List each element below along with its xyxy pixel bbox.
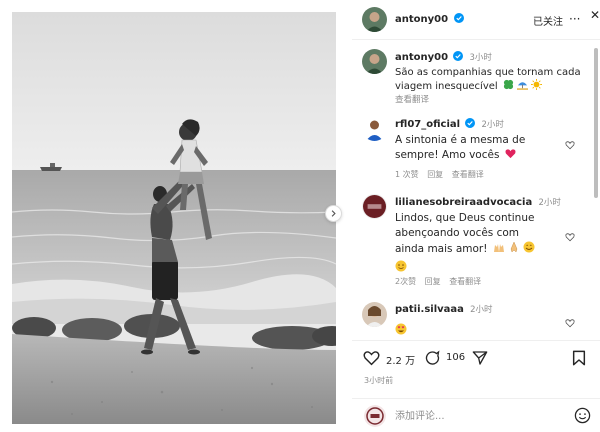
heart-eyes-emoji-icon xyxy=(395,323,407,335)
verified-badge-icon xyxy=(453,13,464,23)
comment-likes-count[interactable]: 1 次赞 xyxy=(395,170,419,179)
comment-emoji-row xyxy=(395,257,575,272)
comment-avatar[interactable] xyxy=(362,116,387,141)
comment-meta-row: 1 次赞 回复 查看翻译 xyxy=(395,169,565,180)
likes-count[interactable]: 2.2 万 xyxy=(386,352,415,367)
caption-text-line2: viagem inesquecível xyxy=(395,81,498,92)
comment-time: 2小时 xyxy=(481,120,504,130)
comment-avatar[interactable] xyxy=(362,194,387,219)
post-actions-bar: 2.2 万 106 xyxy=(352,340,600,400)
like-heart-icon[interactable] xyxy=(363,350,380,366)
law-firm-logo-icon xyxy=(363,195,386,218)
comment-text-line: Lindos, que Deus continue xyxy=(395,212,535,224)
save-bookmark-icon[interactable] xyxy=(572,350,586,366)
comment-avatar[interactable] xyxy=(362,302,387,327)
comment-time: 2小时 xyxy=(538,198,561,208)
like-comment-heart-icon[interactable] xyxy=(565,318,575,328)
following-button[interactable]: 已关注 xyxy=(533,13,563,28)
caption-text-line2-row: viagem inesquecível xyxy=(395,79,595,93)
comment-emoji-row xyxy=(395,320,575,339)
profile-photo-icon xyxy=(364,405,386,427)
comment-username[interactable]: rfl07_oficial xyxy=(395,119,460,130)
caption-text-line1: São as companhias que tornam cada xyxy=(395,67,581,78)
emoji-picker-icon[interactable] xyxy=(574,407,591,424)
caption-avatar[interactable] xyxy=(362,49,387,74)
current-user-avatar[interactable] xyxy=(364,405,386,427)
comment-translate-link[interactable]: 查看翻译 xyxy=(449,277,481,286)
comment-input[interactable] xyxy=(395,408,545,424)
comment-text-line: sempre! Amo vocês xyxy=(395,149,500,161)
close-icon[interactable]: ✕ xyxy=(590,8,600,22)
comment-username[interactable]: lilianesobreiraadvocacia xyxy=(395,197,532,208)
verified-badge-icon xyxy=(465,118,476,128)
comment-username[interactable]: patii.silvaaa xyxy=(395,304,464,315)
raising-hands-emoji-icon xyxy=(493,244,504,252)
grin-emoji-icon xyxy=(395,260,407,272)
caption-time: 3小时 xyxy=(469,53,492,63)
caption-block: antony00 3小时 São as companhias que torna… xyxy=(395,51,595,105)
post-time-ago: 3小时前 xyxy=(364,376,394,385)
beach-umbrella-emoji-icon xyxy=(517,82,529,90)
comment-likes-count[interactable]: 2次赞 xyxy=(395,277,416,286)
profile-photo-icon xyxy=(362,302,387,327)
share-send-icon[interactable] xyxy=(472,350,488,366)
post-sidebar: antony00 已关注 ··· antony00 3小时 São as com… xyxy=(352,0,600,432)
comment-meta-row: 2次赞 回复 查看翻译 xyxy=(395,276,575,287)
comment-text-line: ainda mais amor! xyxy=(395,243,488,255)
header-username[interactable]: antony00 xyxy=(395,13,464,25)
post-header: antony00 已关注 ··· xyxy=(352,0,600,40)
more-options-icon[interactable]: ··· xyxy=(569,12,580,26)
red-heart-emoji-icon xyxy=(505,149,516,159)
profile-photo-icon xyxy=(362,116,387,141)
scrollbar-thumb[interactable] xyxy=(594,48,598,198)
comment-reply-link[interactable]: 回复 xyxy=(427,170,443,179)
comment-text-line-row: sempre! Amo vocês xyxy=(395,148,565,163)
beach-photo-image xyxy=(12,12,336,424)
comment-text-line: A sintonia é a mesma de xyxy=(395,134,526,146)
clover-emoji-icon xyxy=(503,79,513,90)
comment-text-line-row: ainda mais amor! xyxy=(395,241,575,257)
caption-translate-link[interactable]: 查看翻译 xyxy=(395,93,595,105)
profile-photo-icon xyxy=(362,49,387,74)
sun-emoji-icon xyxy=(531,79,543,90)
profile-photo-icon xyxy=(362,7,387,32)
like-comment-heart-icon[interactable] xyxy=(565,232,575,242)
comments-count[interactable]: 106 xyxy=(446,352,465,363)
comment-time: 2小时 xyxy=(470,305,493,315)
comment-block-1: rfl07_oficial 2小时 A sintonia é a mesma d… xyxy=(395,118,565,180)
post-photo[interactable] xyxy=(12,12,336,424)
add-comment-bar xyxy=(352,398,600,432)
avatar[interactable] xyxy=(362,7,387,32)
header-username-text[interactable]: antony00 xyxy=(395,14,448,25)
caption-username[interactable]: antony00 xyxy=(395,52,448,63)
chevron-right-icon xyxy=(331,210,336,217)
comments-scroll-area[interactable]: antony00 3小时 São as companhias que torna… xyxy=(352,40,600,340)
comment-translate-link[interactable]: 查看翻译 xyxy=(452,170,484,179)
comment-block-2: lilianesobreiraadvocacia 2小时 Lindos, que… xyxy=(395,196,575,287)
comment-text-line: abençoando vocês com xyxy=(395,227,520,239)
comment-block-3: patii.silvaaa 2小时 xyxy=(395,303,575,339)
praying-hands-emoji-icon xyxy=(510,241,518,253)
like-comment-heart-icon[interactable] xyxy=(565,140,575,150)
verified-badge-icon xyxy=(453,51,464,61)
scrollbar[interactable] xyxy=(593,42,599,338)
comment-bubble-icon[interactable] xyxy=(424,350,441,366)
smiling-emoji-icon xyxy=(523,241,535,253)
next-photo-button[interactable] xyxy=(325,205,342,222)
comment-reply-link[interactable]: 回复 xyxy=(425,277,441,286)
